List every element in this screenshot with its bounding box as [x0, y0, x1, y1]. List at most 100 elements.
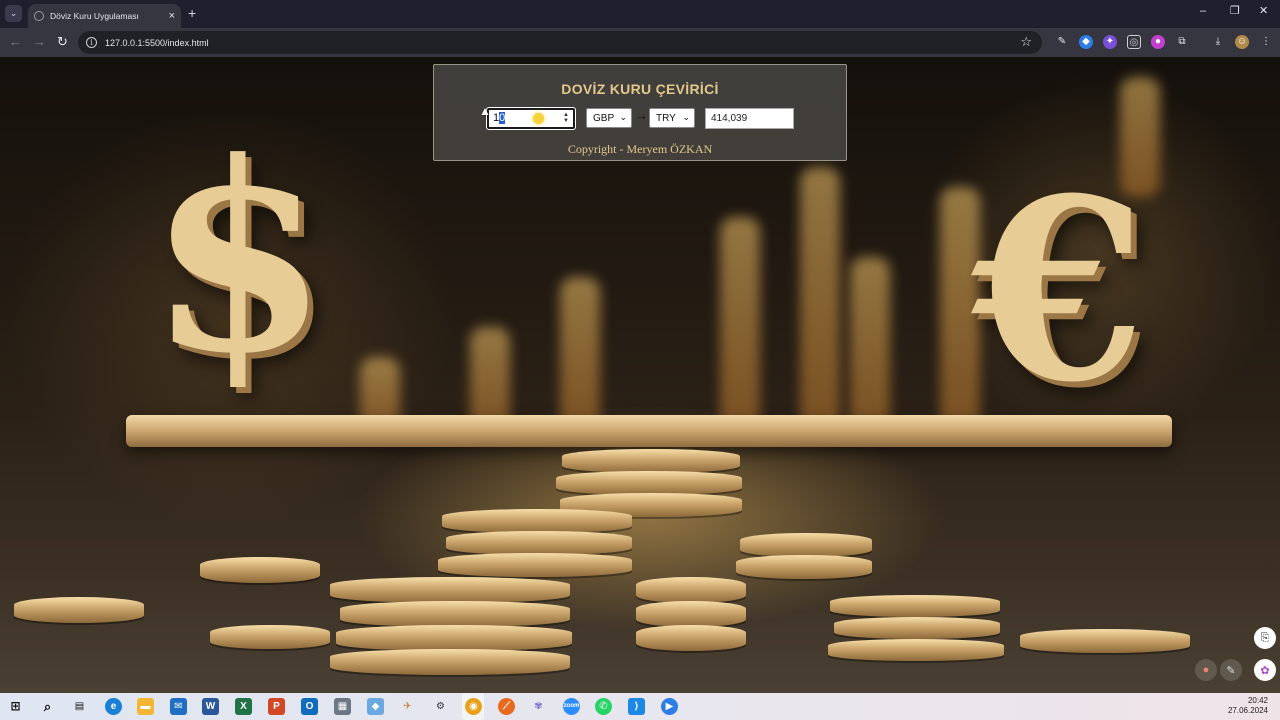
- coin-image: [336, 625, 572, 651]
- converter-card: DOVİZ KURU ÇEVİRİCİ 10 ▲ ▼ GBP ⌄ → TRY ⌄ …: [433, 64, 847, 161]
- app-icon[interactable]: ✾: [530, 698, 547, 715]
- from-currency-value: GBP: [593, 112, 615, 124]
- assistant-icon[interactable]: ✿: [1254, 659, 1276, 681]
- to-currency-value: TRY: [656, 112, 676, 124]
- edge-icon[interactable]: e: [105, 698, 122, 715]
- record-icon[interactable]: ●: [1195, 659, 1217, 681]
- minimize-icon[interactable]: –: [1200, 6, 1206, 17]
- coin-image: [330, 649, 570, 675]
- download-icon[interactable]: ⤓: [1211, 35, 1225, 49]
- whatsapp-icon[interactable]: ✆: [595, 698, 612, 715]
- coin-image: [556, 471, 742, 495]
- pink-extension-icon[interactable]: ●: [1151, 35, 1165, 49]
- coin-image: [330, 577, 570, 603]
- coin-image: [636, 601, 746, 627]
- euro-symbol-image: €: [972, 143, 1146, 437]
- tab-title: Döviz Kuru Uygulaması: [50, 11, 139, 21]
- amount-input[interactable]: 10 ▲ ▼: [486, 107, 576, 130]
- browser-tab-bar: ⌄ Döviz Kuru Uygulaması × + – ❐ ✕: [0, 0, 1280, 28]
- excel-icon[interactable]: X: [235, 698, 252, 715]
- background-light: [720, 217, 760, 437]
- number-stepper-icon[interactable]: ▲ ▼: [563, 112, 569, 124]
- from-currency-select[interactable]: GBP ⌄: [586, 108, 632, 128]
- result-output: 414,039: [705, 108, 794, 129]
- amount-selected-text: 0: [499, 112, 506, 124]
- address-bar[interactable]: i 127.0.0.1:5500/index.html ☆: [78, 31, 1042, 54]
- page-viewport: $ € DOVİZ KURU ÇEVİRİCİ 10 ▲ ▼ GBP ⌄ → TR…: [0, 57, 1280, 693]
- browser-toolbar: ← → ↻ i 127.0.0.1:5500/index.html ☆ ✎ ◆ …: [0, 28, 1280, 57]
- coin-image: [438, 553, 632, 577]
- coin-image: [636, 577, 746, 603]
- background-light: [800, 167, 840, 437]
- app-icon[interactable]: ◆: [367, 698, 384, 715]
- globe-icon: [34, 11, 44, 21]
- app-icon[interactable]: ▶: [661, 698, 678, 715]
- mouse-cursor-icon: ▲: [479, 104, 491, 118]
- app-icon[interactable]: ✈: [399, 698, 416, 715]
- pen-extension-icon[interactable]: ✎: [1055, 35, 1069, 49]
- powerpoint-icon[interactable]: P: [268, 698, 285, 715]
- coin-image: [636, 625, 746, 651]
- to-currency-select[interactable]: TRY ⌄: [649, 108, 695, 128]
- url-text[interactable]: 127.0.0.1:5500/index.html: [105, 38, 209, 48]
- file-explorer-icon[interactable]: ▬: [137, 698, 154, 715]
- calculator-icon[interactable]: ▦: [334, 698, 351, 715]
- system-clock[interactable]: 20:42 27.06.2024: [1228, 696, 1268, 716]
- vscode-icon[interactable]: ⟩: [628, 698, 645, 715]
- coin-image: [340, 601, 570, 627]
- arrow-right-icon: →: [635, 108, 648, 123]
- close-tab-icon[interactable]: ×: [169, 10, 175, 22]
- extensions-puzzle-icon[interactable]: ⧉: [1175, 35, 1189, 49]
- chevron-down-icon: ⌄: [682, 112, 690, 122]
- mail-icon[interactable]: ✉: [170, 698, 187, 715]
- outlook-icon[interactable]: O: [301, 698, 318, 715]
- bookmark-star-icon[interactable]: ☆: [1020, 35, 1032, 48]
- clock-date: 27.06.2024: [1227, 706, 1268, 715]
- browser-tab[interactable]: Döviz Kuru Uygulaması ×: [28, 4, 181, 28]
- taskbar: ⊞ ⌕ ▤ e ▬ ✉ W X P O ▦ ◆ ✈ ⚙ ◉ ⟋ ✾ zoom ✆…: [0, 693, 1280, 720]
- blue-extension-icon[interactable]: ◆: [1079, 35, 1093, 49]
- word-icon[interactable]: W: [202, 698, 219, 715]
- task-view-icon[interactable]: ▤: [71, 698, 88, 715]
- coin-image: [834, 617, 1000, 639]
- close-window-icon[interactable]: ✕: [1259, 6, 1268, 17]
- coin-image: [442, 509, 632, 533]
- screenshot-extension-icon[interactable]: ◎: [1127, 35, 1141, 49]
- converter-title: DOVİZ KURU ÇEVİRİCİ: [561, 81, 719, 97]
- chrome-icon[interactable]: ◉: [465, 698, 482, 715]
- copyright-text: Copyright - Meryem ÖZKAN: [567, 142, 713, 156]
- pencil-icon[interactable]: ✎: [1220, 659, 1242, 681]
- app-icon[interactable]: ⟋: [498, 698, 515, 715]
- coin-image: [828, 639, 1004, 661]
- coin-image: [446, 531, 632, 555]
- new-tab-button[interactable]: +: [188, 6, 196, 20]
- back-arrow-icon[interactable]: ←: [9, 35, 22, 48]
- search-icon[interactable]: ⌕: [39, 698, 56, 715]
- click-highlight-indicator: [533, 113, 544, 124]
- reload-icon[interactable]: ↻: [57, 35, 68, 48]
- coin-image: [14, 597, 144, 623]
- coin-image: [830, 595, 1000, 617]
- coin-image: [562, 449, 740, 473]
- background-light: [560, 277, 600, 437]
- restore-icon[interactable]: ❐: [1230, 6, 1240, 17]
- coin-image: [1020, 629, 1190, 653]
- menu-dots-icon[interactable]: ⋮: [1259, 35, 1273, 49]
- forward-arrow-icon[interactable]: →: [33, 35, 46, 48]
- clock-time: 20:42: [1247, 696, 1268, 705]
- profile-avatar[interactable]: ☺: [1235, 35, 1249, 49]
- coin-image: [736, 555, 872, 579]
- chevron-down-icon: ⌄: [619, 112, 627, 122]
- windows-start-icon[interactable]: ⊞: [7, 698, 24, 715]
- coin-image: [210, 625, 330, 649]
- balance-plank-image: [126, 415, 1172, 447]
- zoom-icon[interactable]: zoom: [563, 698, 580, 715]
- tab-search-icon[interactable]: ⌄: [5, 5, 22, 22]
- dollar-symbol-image: $: [148, 106, 329, 411]
- translate-icon[interactable]: ⎘: [1254, 627, 1276, 649]
- purple-extension-icon[interactable]: ✦: [1103, 35, 1117, 49]
- coin-image: [200, 557, 320, 583]
- site-info-icon[interactable]: i: [86, 37, 97, 48]
- settings-gear-icon[interactable]: ⚙: [432, 698, 449, 715]
- coin-image: [740, 533, 872, 557]
